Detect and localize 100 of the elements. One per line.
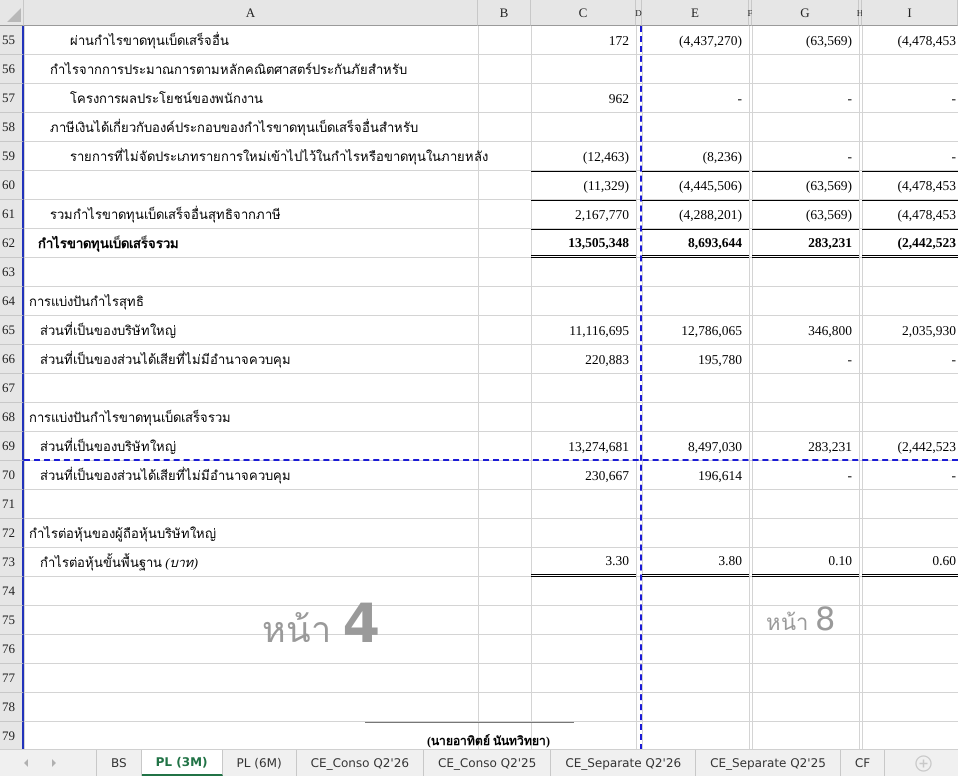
table-cell-text: 12,786,065 — [680, 322, 743, 340]
table-cell-text: - — [950, 350, 957, 368]
table-cell-text: - — [846, 350, 853, 368]
table-cell-text: 220,883 — [584, 350, 630, 368]
page-number-label: หน้า 4 — [262, 592, 380, 657]
corner-triangle-icon — [7, 8, 21, 22]
table-cell-text: (63,569) — [804, 32, 853, 50]
sheet-tab[interactable]: CF — [840, 750, 886, 776]
row-header[interactable]: 66 — [0, 345, 24, 374]
table-cell: 2,167,770 — [531, 200, 636, 229]
sheet-tab[interactable]: CE_Conso Q2'25 — [424, 750, 552, 776]
table-cell: (4,288,201) — [642, 200, 749, 229]
table-cell-text: - — [950, 90, 957, 108]
table-cell: 8,693,644 — [642, 229, 749, 258]
row-header[interactable]: 56 — [0, 55, 24, 84]
column-header[interactable]: F — [749, 0, 752, 26]
table-cell: (11,329) — [531, 171, 636, 200]
row-header[interactable]: 55 — [0, 26, 24, 55]
table-cell-text: (12,463) — [582, 148, 630, 166]
row-label: ส่วนที่เป็นของบริษัทใหญ่ — [39, 320, 176, 340]
row-header[interactable]: 71 — [0, 490, 24, 519]
table-cell-text: (4,478,453 — [896, 32, 957, 50]
row-label: รายการที่ไม่จัดประเภทรายการใหม่เข้าไปไว้ในกำไรหรือขาดทุนในภายหลัง — [69, 146, 488, 166]
row-header[interactable]: 77 — [0, 664, 24, 693]
row-label: ผ่านกำไรขาดทุนเบ็ดเสร็จอื่น — [69, 30, 229, 50]
row-header[interactable]: 59 — [0, 142, 24, 171]
row-header[interactable]: 61 — [0, 200, 24, 229]
sheet-tab[interactable]: CE_Conso Q2'26 — [296, 750, 424, 776]
add-sheet-icon[interactable] — [915, 754, 932, 772]
row-label: ภาษีเงินได้เกี่ยวกับองค์ประกอบของกำไรขาดทุนเบ็ดเสร็จอื่นสำหรับ — [49, 118, 418, 138]
table-cell-text: - — [846, 148, 853, 166]
table-cell: (2,442,523 — [862, 229, 958, 258]
row-label: กำไรขาดทุนเบ็ดเสร็จรวม — [37, 234, 179, 254]
select-all-button[interactable] — [0, 0, 24, 26]
column-header[interactable]: B — [478, 0, 531, 26]
row-label: การแบ่งปันกำไรสุทธิ — [28, 293, 144, 312]
sheet-tab[interactable]: CE_Separate Q2'26 — [551, 750, 696, 776]
table-cell-text: 346,800 — [807, 322, 853, 340]
table-cell-text: 283,231 — [807, 438, 853, 456]
row-label: ส่วนที่เป็นของส่วนได้เสียที่ไม่มีอำนาจควบคุม — [39, 350, 291, 370]
row-header[interactable]: 73 — [0, 548, 24, 577]
table-cell-text: - — [736, 90, 743, 108]
table-cell: (4,478,453 — [862, 171, 958, 200]
table-cell-text: (4,437,270) — [678, 32, 743, 50]
table-cell: (63,569) — [752, 200, 859, 229]
row-label: รวมกำไรขาดทุนเบ็ดเสร็จอื่นสุทธิจากภาษี — [49, 204, 281, 224]
row-header[interactable]: 76 — [0, 635, 24, 664]
table-cell-text: 13,274,681 — [567, 438, 630, 456]
row-header[interactable]: 67 — [0, 374, 24, 403]
table-cell: 3.30 — [531, 548, 636, 577]
column-header[interactable]: A — [24, 0, 478, 26]
row-label: กำไรต่อหุ้นขั้นพื้นฐาน (บาท) — [39, 552, 198, 572]
table-cell: 13,505,348 — [531, 229, 636, 258]
table-cell-text: 172 — [608, 32, 630, 50]
table-cell: 0.60 — [862, 548, 958, 577]
table-cell-text: 962 — [608, 90, 630, 108]
scroll-right-icon[interactable] — [50, 758, 58, 768]
row-header[interactable]: 68 — [0, 403, 24, 432]
row-header[interactable]: 72 — [0, 519, 24, 548]
column-header[interactable]: I — [862, 0, 958, 26]
row-header[interactable]: 65 — [0, 316, 24, 345]
column-header[interactable]: E — [642, 0, 749, 26]
row-header[interactable]: 58 — [0, 113, 24, 142]
row-label: กำไรต่อหุ้นของผู้ถือหุ้นบริษัทใหญ่ — [28, 525, 216, 544]
sheet-tab[interactable]: PL (6M) — [222, 750, 297, 776]
row-header[interactable]: 63 — [0, 258, 24, 287]
sheet-tab[interactable]: PL (3M) — [142, 750, 223, 776]
table-cell: 3.80 — [642, 548, 749, 577]
table-cell: (63,569) — [752, 171, 859, 200]
row-header[interactable]: 60 — [0, 171, 24, 200]
table-cell: 283,231 — [752, 229, 859, 258]
row-header[interactable]: 75 — [0, 606, 24, 635]
row-header[interactable]: 78 — [0, 693, 24, 722]
row-header[interactable]: 57 — [0, 84, 24, 113]
table-cell-text: - — [950, 466, 957, 484]
table-cell-text: - — [846, 90, 853, 108]
row-header[interactable]: 79 — [0, 722, 24, 751]
row-label: กำไรจากการประมาณการตามหลักคณิตศาสตร์ประกันภัยสำหรับ — [49, 61, 407, 79]
row-header[interactable]: 69 — [0, 432, 24, 461]
table-cell: 0.10 — [752, 548, 859, 577]
row-header[interactable]: 70 — [0, 461, 24, 490]
row-header[interactable]: 62 — [0, 229, 24, 258]
row-label: ส่วนที่เป็นของบริษัทใหญ่ — [39, 436, 176, 456]
table-cell-text: (8,236) — [702, 148, 743, 166]
row-label: ส่วนที่เป็นของส่วนได้เสียที่ไม่มีอำนาจควบคุม — [39, 466, 291, 486]
table-cell-text: 195,780 — [697, 350, 743, 368]
table-cell-text: 196,614 — [697, 466, 743, 484]
table-cell: (4,478,453 — [862, 200, 958, 229]
scroll-left-icon[interactable] — [22, 758, 30, 768]
table-cell: (4,445,506) — [642, 171, 749, 200]
table-cell-text: - — [950, 148, 957, 166]
row-header[interactable]: 74 — [0, 577, 24, 606]
page-number-label: หน้า 8 — [766, 600, 836, 640]
table-cell-text: - — [846, 466, 853, 484]
table-cell-text: 230,667 — [584, 466, 630, 484]
sheet-tab[interactable]: CE_Separate Q2'25 — [696, 750, 841, 776]
column-header[interactable]: D — [636, 0, 642, 26]
table-cell-text: (2,442,523 — [896, 438, 957, 456]
column-header[interactable]: C — [531, 0, 636, 26]
row-header[interactable]: 64 — [0, 287, 24, 316]
